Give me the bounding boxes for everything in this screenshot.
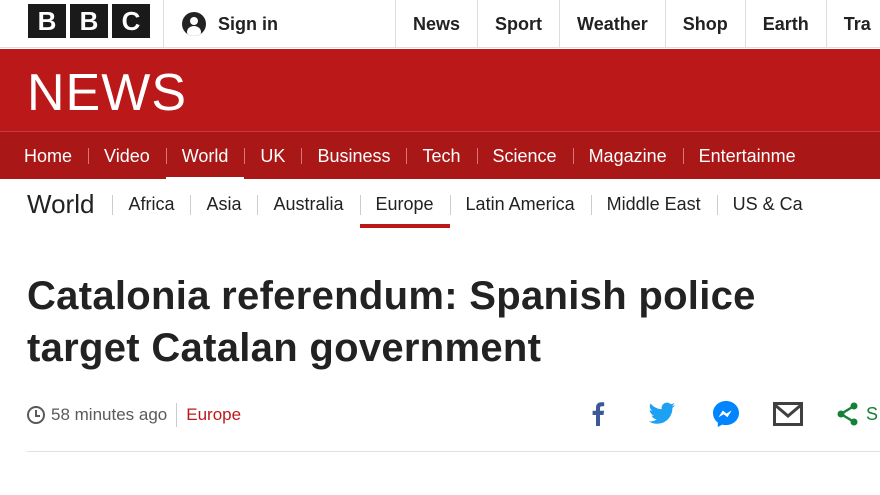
nav-item-video[interactable]: Video	[88, 132, 166, 180]
sign-in-button[interactable]: Sign in	[163, 0, 278, 48]
logo-letter-b2: B	[70, 4, 108, 38]
section-nav: World Africa Asia Australia Europe Latin…	[0, 179, 880, 229]
nav-item-uk[interactable]: UK	[244, 132, 301, 180]
nav-item-entertainment[interactable]: Entertainme	[682, 132, 812, 180]
subnav-item-europe[interactable]: Europe	[359, 179, 450, 229]
facebook-icon[interactable]	[582, 398, 614, 430]
nav-item-world[interactable]: World	[165, 132, 245, 181]
top-link-sport[interactable]: Sport	[477, 0, 559, 48]
headline-line-1: Catalonia referendum: Spanish police	[27, 274, 756, 318]
nav-item-tech[interactable]: Tech	[406, 132, 476, 180]
user-icon	[182, 12, 206, 36]
messenger-icon[interactable]	[710, 398, 742, 430]
nav-item-business[interactable]: Business	[301, 132, 406, 180]
subnav-item-us-canada[interactable]: US & Ca	[716, 179, 819, 229]
subnav-item-latin-america[interactable]: Latin America	[449, 179, 591, 229]
share-tools: S	[582, 396, 878, 432]
top-link-earth[interactable]: Earth	[744, 0, 826, 48]
meta-divider	[176, 403, 178, 427]
article-section-link[interactable]: Europe	[186, 405, 241, 425]
top-link-travel[interactable]: Tra	[825, 0, 880, 48]
twitter-icon[interactable]	[646, 398, 678, 430]
subnav-item-middle-east[interactable]: Middle East	[590, 179, 717, 229]
section-title[interactable]: World	[0, 189, 112, 220]
clock-icon	[27, 406, 45, 424]
nav-item-home[interactable]: Home	[0, 132, 88, 180]
share-icon[interactable]	[832, 398, 864, 430]
main-nav: Home Video World UK Business Tech Scienc…	[0, 131, 880, 181]
nav-item-magazine[interactable]: Magazine	[572, 132, 683, 180]
logo-letter-c: C	[112, 4, 150, 38]
bbc-logo[interactable]: B B C	[28, 4, 150, 38]
news-banner: NEWS	[0, 49, 880, 131]
headline-line-2: target Catalan government	[27, 326, 542, 370]
article-timestamp: 58 minutes ago	[51, 405, 168, 424]
article-headline: Catalonia referendum: Spanish police tar…	[27, 270, 867, 374]
share-label[interactable]: S	[866, 404, 878, 425]
logo-letter-b1: B	[28, 4, 66, 38]
meta-divider-line	[27, 451, 880, 452]
article-meta: 58 minutes ago Europe	[27, 402, 241, 428]
top-link-news[interactable]: News	[395, 0, 477, 48]
top-links: News Sport Weather Shop Earth Tra	[395, 0, 880, 48]
sign-in-label: Sign in	[218, 13, 278, 34]
nav-item-science[interactable]: Science	[476, 132, 573, 180]
masthead-bar: B B C Sign in News Sport Weather Shop Ea…	[0, 0, 880, 48]
news-logo[interactable]: NEWS	[27, 63, 187, 123]
email-icon[interactable]	[772, 398, 804, 430]
top-link-weather[interactable]: Weather	[559, 0, 665, 48]
subnav-item-asia[interactable]: Asia	[190, 179, 257, 229]
subnav-item-australia[interactable]: Australia	[257, 179, 359, 229]
subnav-item-africa[interactable]: Africa	[112, 179, 190, 229]
top-link-shop[interactable]: Shop	[664, 0, 745, 48]
